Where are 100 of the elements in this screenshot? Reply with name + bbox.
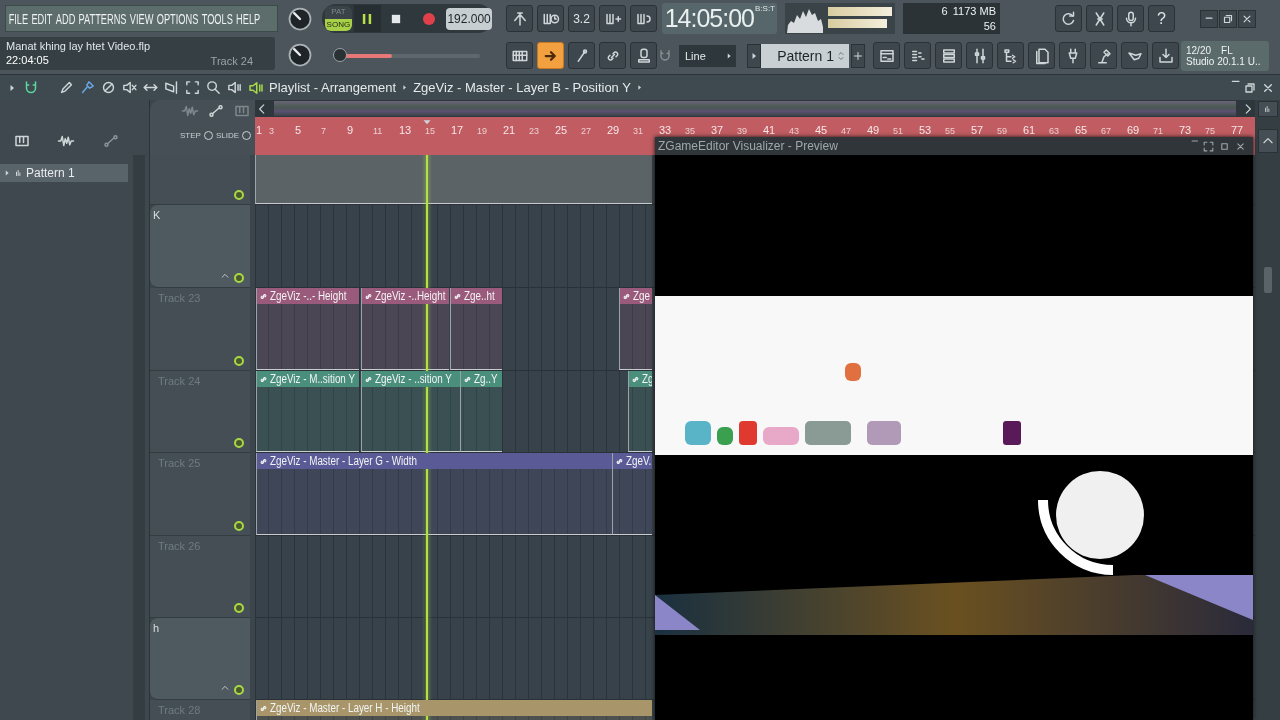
bar-number: 57 — [971, 124, 985, 136]
playlist-button[interactable] — [873, 42, 900, 69]
bar-number: 45 — [815, 124, 829, 136]
pattern-item[interactable]: Pattern 1 — [0, 164, 128, 182]
help-button[interactable]: ? — [1148, 5, 1175, 32]
automation-icon[interactable] — [207, 102, 225, 120]
fullscreen-icon[interactable] — [1202, 139, 1215, 153]
automation-clip[interactable]: ZgeViz -..- Height — [256, 288, 359, 370]
automation-clip[interactable]: ZgeViz - Master - Layer H - Height — [256, 700, 652, 720]
keyboard-button[interactable] — [506, 42, 533, 69]
mute-icon[interactable] — [121, 79, 138, 96]
collapse-icon[interactable] — [220, 683, 230, 693]
cross-button[interactable] — [1086, 5, 1113, 32]
piano-roll-button[interactable] — [904, 42, 931, 69]
scroll-up-button[interactable] — [1257, 129, 1278, 153]
mute-dot[interactable] — [234, 521, 244, 531]
stamp-button[interactable] — [630, 42, 657, 69]
ban-icon[interactable] — [100, 79, 117, 96]
snap-dropdown[interactable]: Line — [679, 44, 736, 67]
automation-clip[interactable]: ZgeViz -..Height — [361, 288, 449, 370]
clip-label: ZgeViz -..Height — [375, 289, 446, 303]
knob[interactable] — [286, 5, 314, 33]
mute-dot[interactable] — [234, 190, 244, 200]
bar-number: 21 — [503, 124, 517, 136]
refresh-button[interactable] — [1055, 5, 1082, 32]
link-icon — [364, 291, 373, 301]
mute-dot[interactable] — [234, 603, 244, 613]
bar-number: 63 — [1049, 125, 1060, 136]
collapse-icon[interactable] — [220, 271, 230, 281]
link-icon — [259, 374, 268, 384]
add-pattern-button[interactable] — [851, 43, 865, 68]
browser-button[interactable] — [997, 42, 1024, 69]
minimize-icon[interactable] — [1230, 79, 1240, 83]
arrow-button[interactable] — [747, 43, 761, 68]
curve-button[interactable] — [568, 42, 595, 69]
bar-number: 1 — [255, 124, 264, 136]
bar-number: 7 — [321, 125, 327, 136]
menu-item[interactable]: FILE — [8, 10, 29, 27]
close-button[interactable] — [1238, 9, 1256, 28]
tempo-field[interactable]: 192.000 — [446, 7, 493, 30]
automation-clip[interactable]: Zge..ht — [450, 288, 502, 370]
menu-item[interactable]: EDIT — [31, 10, 53, 27]
link-button[interactable] — [599, 42, 626, 69]
brush-icon[interactable] — [79, 79, 96, 96]
slice-icon[interactable] — [163, 79, 180, 96]
link-icon — [259, 291, 268, 301]
automation-clip[interactable] — [255, 155, 652, 204]
mixer-button[interactable] — [966, 42, 993, 69]
time-unit: B:S:T — [755, 4, 775, 13]
pages-button[interactable] — [1028, 42, 1055, 69]
mute-dot[interactable] — [234, 273, 244, 283]
mute-dot[interactable] — [234, 356, 244, 366]
scroll-button[interactable] — [1257, 101, 1278, 117]
automation-clip[interactable]: ZgeViz - Master - Layer G - Width — [256, 453, 612, 535]
automation-clip[interactable]: ZgeViz - ..sition Y — [361, 371, 460, 452]
track-header[interactable] — [150, 155, 250, 205]
download-button[interactable] — [1152, 42, 1179, 69]
speaker-icon[interactable] — [226, 79, 243, 96]
knob[interactable] — [286, 41, 314, 69]
track-header[interactable]: h — [150, 618, 250, 700]
link-icon — [615, 456, 624, 466]
tool-button[interactable]: 3.2 — [568, 5, 595, 32]
plugin-button[interactable] — [1059, 42, 1086, 69]
mode-toggle[interactable]: PAT — [325, 6, 352, 19]
minimize-button[interactable] — [1200, 9, 1218, 28]
lamp-button[interactable] — [1090, 42, 1117, 69]
menu-item[interactable]: VIEW — [129, 10, 154, 27]
automation-clip[interactable]: ZgeViz - M..sition Y — [256, 371, 359, 452]
hint-text: Track 24 — [210, 55, 253, 67]
scroll-thumb[interactable] — [1263, 267, 1272, 293]
automation-clip[interactable]: Zge — [619, 288, 652, 370]
arrow-button[interactable] — [537, 42, 564, 69]
branch-button[interactable] — [506, 5, 533, 32]
restore-button[interactable] — [1219, 9, 1237, 28]
project-time: 22:04:05 — [6, 54, 49, 66]
automation-icon[interactable] — [101, 132, 120, 150]
hand-button[interactable] — [1121, 42, 1148, 69]
keyboard-plus-button[interactable] — [599, 5, 626, 32]
spin-icon — [835, 49, 847, 62]
select-icon[interactable] — [184, 79, 201, 96]
mute-dot[interactable] — [234, 438, 244, 448]
track-header[interactable]: K — [150, 205, 250, 288]
automation-clip[interactable]: Zg — [628, 371, 652, 452]
automation-clip[interactable]: Zg..Y — [460, 371, 502, 452]
zoom-icon[interactable] — [205, 79, 222, 96]
microphone-button[interactable] — [1117, 5, 1144, 32]
menu-item[interactable]: OPTIONS — [156, 10, 199, 27]
pattern-selector[interactable]: Pattern 1 — [761, 43, 849, 68]
menu-item[interactable]: TOOLS — [201, 10, 233, 27]
mute-dot[interactable] — [234, 685, 244, 695]
keyboard-clock-button[interactable] — [537, 5, 564, 32]
pause-button[interactable] — [353, 5, 381, 32]
bar-number: 71 — [1153, 125, 1164, 136]
channel-rack-button[interactable] — [935, 42, 962, 69]
menu-item[interactable]: PATTERNS — [78, 10, 127, 27]
bar-number: 73 — [1179, 124, 1193, 136]
pencil-icon[interactable] — [58, 79, 75, 96]
menu-item[interactable]: ADD — [55, 10, 76, 27]
menu-item[interactable]: HELP — [236, 10, 261, 27]
keyboard-loop-button[interactable] — [630, 5, 657, 32]
